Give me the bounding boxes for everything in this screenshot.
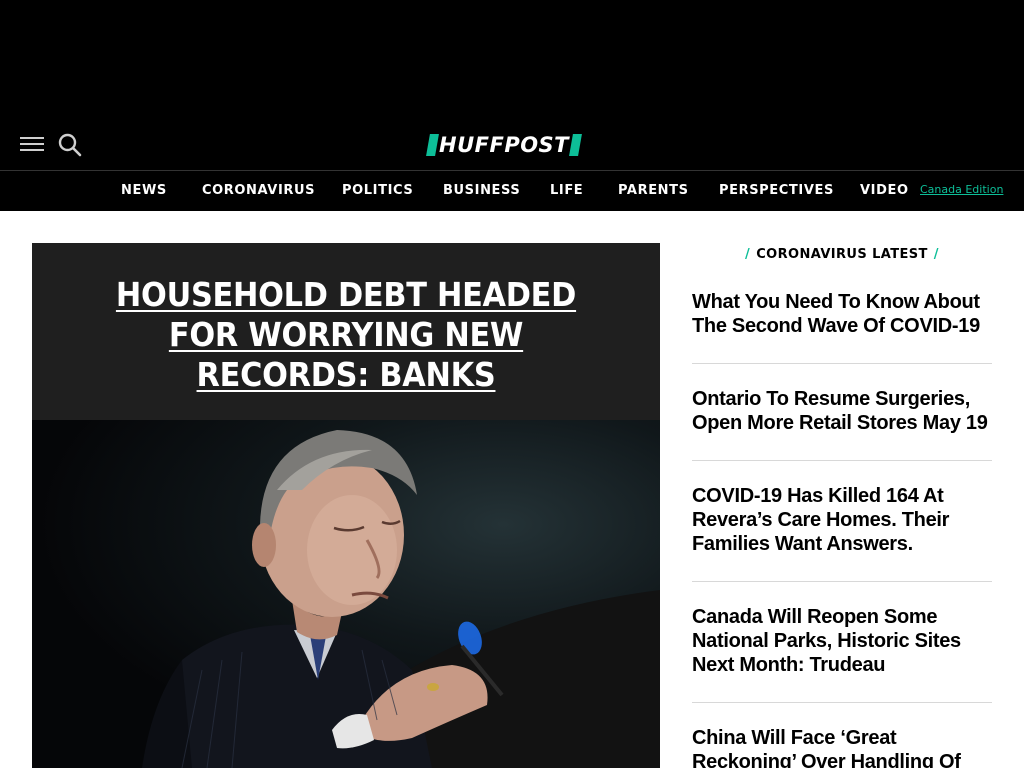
logo-left-mark	[426, 134, 439, 156]
story-divider	[692, 702, 992, 703]
headline-box: HOUSEHOLD DEBT HEADED FOR WORRYING NEW R…	[32, 243, 660, 420]
hamburger-menu-icon[interactable]	[20, 137, 44, 153]
sidebar-story-headline[interactable]: China Will Face ‘Great Reckoning’ Over H…	[692, 726, 992, 768]
nav-item-video[interactable]: VIDEO	[860, 171, 909, 211]
sidebar-story[interactable]: China Will Face ‘Great Reckoning’ Over H…	[692, 726, 992, 768]
main-story-card: HOUSEHOLD DEBT HEADED FOR WORRYING NEW R…	[32, 243, 660, 768]
nav-item-parents[interactable]: PARENTS	[618, 171, 689, 211]
sidebar-story[interactable]: COVID-19 Has Killed 164 At Revera’s Care…	[692, 484, 992, 556]
main-story-photo[interactable]	[32, 420, 660, 768]
story-divider	[692, 460, 992, 461]
nav-item-life[interactable]: LIFE	[550, 171, 583, 211]
nav-item-coronavirus[interactable]: CORONAVIRUS	[202, 171, 315, 211]
search-icon[interactable]	[57, 132, 83, 158]
coronavirus-latest-sidebar: / CORONAVIRUS LATEST / What You Need To Kn…	[692, 243, 992, 768]
sidebar-story-headline[interactable]: Canada Will Reopen Some National Parks, …	[692, 605, 992, 677]
sidebar-title: / CORONAVIRUS LATEST /	[745, 247, 939, 262]
main-headline-link[interactable]: HOUSEHOLD DEBT HEADED FOR WORRYING NEW R…	[85, 275, 608, 395]
sidebar-story[interactable]: Ontario To Resume Surgeries, Open More R…	[692, 387, 992, 435]
nav-item-news[interactable]: NEWS	[121, 171, 167, 211]
edition-selector[interactable]: Canada Edition	[920, 183, 1003, 196]
sidebar-story-headline[interactable]: What You Need To Know About The Second W…	[692, 290, 992, 338]
sidebar-story-headline[interactable]: COVID-19 Has Killed 164 At Revera’s Care…	[692, 484, 992, 556]
story-divider	[692, 581, 992, 582]
sidebar-title-text: CORONAVIRUS LATEST	[756, 247, 928, 262]
huffpost-logo[interactable]: HUFFPOST	[426, 133, 597, 157]
nav-item-politics[interactable]: POLITICS	[342, 171, 413, 211]
logo-right-mark	[569, 134, 582, 156]
story-divider	[692, 363, 992, 364]
nav-item-perspectives[interactable]: PERSPECTIVES	[719, 171, 834, 211]
sidebar-story[interactable]: What You Need To Know About The Second W…	[692, 290, 992, 338]
site-header: HUFFPOST NEWS CORONAVIRUS POLITICS BUSIN…	[0, 0, 1024, 211]
section-nav: NEWS CORONAVIRUS POLITICS BUSINESS LIFE …	[0, 171, 1024, 211]
nav-item-business[interactable]: BUSINESS	[443, 171, 520, 211]
sidebar-story-headline[interactable]: Ontario To Resume Surgeries, Open More R…	[692, 387, 992, 435]
logo-text: HUFFPOST	[439, 133, 570, 157]
sidebar-story[interactable]: Canada Will Reopen Some National Parks, …	[692, 605, 992, 677]
